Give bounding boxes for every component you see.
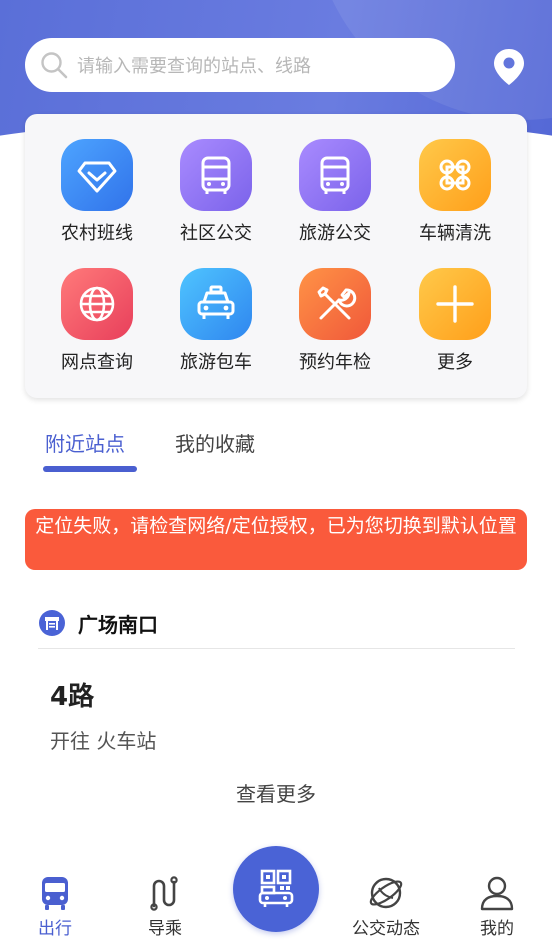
scan-qr-button[interactable] <box>233 846 319 932</box>
service-label: 网点查询 <box>61 352 133 373</box>
service-label: 预约年检 <box>299 352 371 373</box>
service-tourist-bus[interactable]: 旅游公交 <box>275 139 395 259</box>
service-label: 更多 <box>437 352 473 373</box>
route-icon <box>150 876 178 911</box>
service-grid: 农村班线 社区公交 旅游公交 车辆清洗 网点查询 旅游包车 预约年检 更多 <box>25 114 527 398</box>
user-icon <box>480 876 514 911</box>
tab-nearby-stations[interactable]: 附近站点 <box>45 428 125 457</box>
service-rural-line[interactable]: 农村班线 <box>37 139 157 259</box>
service-outlet-search[interactable]: 网点查询 <box>37 268 157 388</box>
bus-stop-icon <box>39 610 65 636</box>
grid-four-icon <box>419 139 491 211</box>
nav-label: 我的 <box>480 919 514 939</box>
bus-front-icon <box>42 877 68 910</box>
service-label: 农村班线 <box>61 223 133 244</box>
nav-mine[interactable]: 我的 <box>452 874 542 939</box>
see-more-link[interactable]: 查看更多 <box>0 778 552 807</box>
service-label: 社区公交 <box>180 223 252 244</box>
nav-bus-news[interactable]: 公交动态 <box>341 874 431 939</box>
search-bar[interactable]: 请输入需要查询的站点、线路 <box>25 38 455 92</box>
location-error-banner: 定位失败，请检查网络/定位授权，已为您切换到默认位置 <box>25 509 527 570</box>
nav-label: 导乘 <box>148 919 182 939</box>
bus-icon <box>180 139 252 211</box>
location-pin-icon[interactable] <box>490 47 528 87</box>
station-name: 广场南口 <box>78 612 158 637</box>
route-direction: 开往 火车站 <box>50 729 157 753</box>
service-annual-inspection[interactable]: 预约年检 <box>275 268 395 388</box>
route-name[interactable]: 4路 <box>50 676 94 713</box>
station-header[interactable]: 广场南口 <box>38 606 158 640</box>
service-label: 车辆清洗 <box>419 223 491 244</box>
nav-label: 出行 <box>38 919 72 939</box>
service-tour-charter[interactable]: 旅游包车 <box>156 268 276 388</box>
nav-trip[interactable]: 出行 <box>10 874 100 939</box>
planet-icon <box>369 877 403 909</box>
taxi-icon <box>180 268 252 340</box>
tools-icon <box>299 268 371 340</box>
service-label: 旅游公交 <box>299 223 371 244</box>
service-more[interactable]: 更多 <box>395 268 515 388</box>
service-community-bus[interactable]: 社区公交 <box>156 139 276 259</box>
diamond-icon <box>61 139 133 211</box>
qr-bus-icon <box>258 869 294 907</box>
search-icon <box>41 52 68 79</box>
tab-my-favorites[interactable]: 我的收藏 <box>175 428 255 457</box>
bus-icon <box>299 139 371 211</box>
search-input[interactable]: 请输入需要查询的站点、线路 <box>77 52 311 78</box>
service-car-wash[interactable]: 车辆清洗 <box>395 139 515 259</box>
divider <box>38 648 515 649</box>
globe-icon <box>61 268 133 340</box>
plus-icon <box>419 268 491 340</box>
nav-guide[interactable]: 导乘 <box>120 874 210 939</box>
tab-underline <box>43 466 137 472</box>
service-label: 旅游包车 <box>180 352 252 373</box>
nav-label: 公交动态 <box>352 919 420 939</box>
